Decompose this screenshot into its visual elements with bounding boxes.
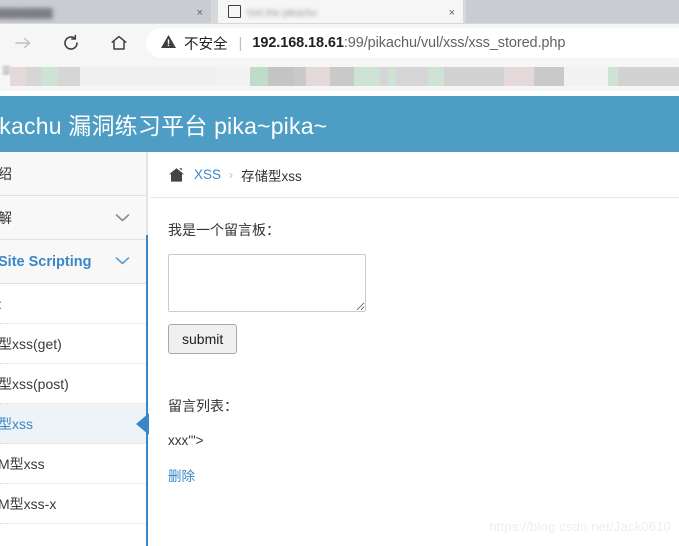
sidebar-item-overview[interactable]: 解	[0, 196, 148, 240]
omnibox-separator: |	[238, 34, 243, 52]
sidebar-item-label: Μ型xss	[0, 455, 45, 472]
browser-tab-1[interactable]: Get the pikachu ×	[218, 0, 463, 23]
sidebar-item-label: 绍	[0, 165, 12, 182]
web-page: ikachu 漏洞练习平台 pika~pika~ 绍 解 Site Script…	[0, 91, 679, 546]
browser-toolbar: 不安全 | 192.168.18.61:99/pikachu/vul/xss/x…	[0, 24, 679, 62]
tab-close-icon[interactable]: ×	[449, 8, 455, 19]
watermark: https://blog.csdn.net/Jack0610	[489, 519, 671, 534]
bookmarks-bar[interactable]: ☰	[0, 62, 679, 91]
sidebar-item-label: Μ型xss-x	[0, 495, 57, 512]
reload-icon	[61, 33, 81, 53]
sidebar-item-dom-xss-x[interactable]: Μ型xss-x	[0, 484, 148, 524]
security-status-label: 不安全	[184, 36, 228, 53]
sidebar-item-cross-site-scripting[interactable]: Site Scripting	[0, 240, 148, 284]
sidebar-rail-top	[146, 152, 148, 235]
submit-button[interactable]: submit	[168, 324, 238, 354]
message-list-title: 留言列表：	[168, 398, 238, 414]
sidebar-item-label: 解	[0, 209, 12, 226]
message-board-label: 我是一个留言板：	[168, 222, 280, 238]
browser-tab-0[interactable]: ████████ ×	[0, 0, 211, 23]
chevron-down-icon	[115, 254, 130, 270]
sidebar-item-dom-xss[interactable]: Μ型xss	[0, 444, 148, 484]
forward-button[interactable]	[6, 26, 40, 60]
chevron-down-icon	[115, 210, 130, 226]
sidebar-item-label: :	[0, 296, 2, 312]
tab-strip: ████████ × Get the pikachu ×	[0, 0, 679, 24]
url-text: 192.168.18.61:99/pikachu/vul/xss/xss_sto…	[252, 35, 565, 51]
site-banner: ikachu 漏洞练习平台 pika~pika~	[0, 96, 679, 152]
warning-triangle-icon	[160, 33, 177, 55]
breadcrumb-current: 存储型xss	[241, 168, 302, 184]
sidebar: 绍 解 Site Scripting :	[0, 152, 149, 546]
breadcrumb: XSS › 存储型xss	[150, 152, 679, 198]
site-banner-title: ikachu 漏洞练习平台 pika~pika~	[0, 113, 328, 139]
sidebar-item-label: 型xss	[0, 415, 33, 432]
arrow-right-icon	[13, 33, 33, 53]
browser-tab-2[interactable]	[466, 0, 679, 23]
sidebar-item-label: Site Scripting	[0, 253, 92, 270]
sidebar-item-overview-sub[interactable]: :	[0, 284, 148, 324]
home-icon[interactable]	[168, 167, 185, 183]
xss-form-area: 我是一个留言板： submit 留言列表： xxx'"> 删除	[150, 198, 679, 486]
browser-window: ████████ × Get the pikachu × 不安全 | 192.1…	[0, 0, 679, 546]
censored-bookmarks-mosaic	[10, 67, 679, 86]
tab-title: Get the pikachu	[247, 8, 318, 19]
tab-favicon-icon	[228, 5, 241, 18]
home-button[interactable]	[102, 26, 136, 60]
sidebar-item-reflected-xss-get[interactable]: 型xss(get)	[0, 324, 148, 364]
home-icon	[109, 33, 129, 53]
url-path: :99/pikachu/vul/xss/xss_stored.php	[343, 35, 566, 51]
main-content: XSS › 存储型xss 我是一个留言板： submit 留言列表： xxx'"…	[150, 152, 679, 546]
tab-close-icon[interactable]: ×	[197, 8, 203, 19]
breadcrumb-separator: ›	[229, 167, 234, 182]
sidebar-item-intro[interactable]: 绍	[0, 152, 148, 196]
message-textarea[interactable]	[168, 254, 366, 312]
sidebar-item-reflected-xss-post[interactable]: 型xss(post)	[0, 364, 148, 404]
sidebar-item-stored-xss[interactable]: 型xss	[0, 404, 149, 444]
breadcrumb-link-xss[interactable]: XSS	[194, 167, 221, 182]
message-entry-text: xxx'">	[168, 433, 204, 448]
url-host: 192.168.18.61	[252, 35, 344, 51]
tab-title: ████████	[0, 8, 53, 19]
delete-message-link[interactable]: 删除	[168, 465, 195, 485]
sidebar-item-label: 型xss(post)	[0, 375, 69, 392]
sidebar-item-label: 型xss(get)	[0, 335, 62, 352]
address-bar[interactable]: 不安全 | 192.168.18.61:99/pikachu/vul/xss/x…	[146, 28, 679, 58]
reload-button[interactable]	[54, 26, 88, 60]
